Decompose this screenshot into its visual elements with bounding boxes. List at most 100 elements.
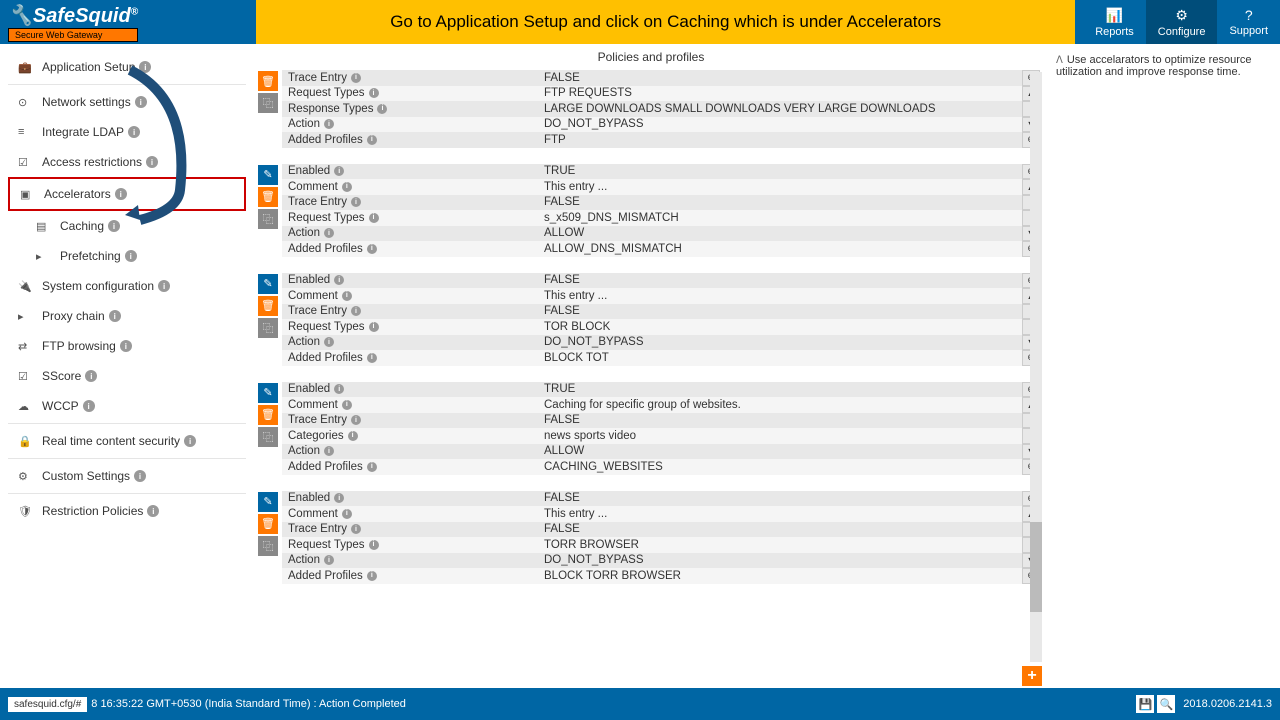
info-icon[interactable]: i: [334, 493, 344, 503]
info-icon[interactable]: i: [120, 340, 132, 352]
info-icon[interactable]: i: [351, 197, 361, 207]
gear-icon: ⚙: [1175, 7, 1188, 24]
info-icon[interactable]: i: [367, 462, 377, 472]
info-icon[interactable]: i: [146, 156, 158, 168]
footer-version: 2018.0206.2141.3: [1183, 698, 1272, 710]
search-icon[interactable]: 🔍: [1157, 695, 1175, 713]
row-label: Actioni: [282, 554, 542, 566]
row-value: TRUE: [542, 383, 1022, 395]
policy-row: EnablediFALSE: [282, 273, 1022, 289]
delete-button[interactable]: 🗑: [258, 514, 278, 534]
info-icon[interactable]: i: [342, 291, 352, 301]
info-icon[interactable]: i: [158, 280, 170, 292]
info-icon[interactable]: i: [108, 220, 120, 232]
policy-row: EnablediFALSE: [282, 491, 1022, 507]
sidebar-item-access[interactable]: ☑Access restrictionsi: [8, 147, 246, 177]
edit-button[interactable]: ✎: [258, 274, 278, 294]
edit-button[interactable]: ✎: [258, 492, 278, 512]
info-icon[interactable]: i: [369, 322, 379, 332]
row-value: news sports video: [542, 430, 1022, 442]
scrollbar[interactable]: [1030, 72, 1042, 662]
copy-button[interactable]: ⿻: [258, 93, 278, 113]
info-icon[interactable]: i: [367, 353, 377, 363]
info-icon[interactable]: i: [85, 370, 97, 382]
sidebar-item-restriction[interactable]: 🛡Restriction Policiesi: [8, 496, 246, 526]
info-icon[interactable]: i: [351, 415, 361, 425]
edit-button[interactable]: ✎: [258, 165, 278, 185]
scrollbar-thumb[interactable]: [1030, 522, 1042, 612]
sidebar-item-sscore[interactable]: ☑SScorei: [8, 361, 246, 391]
info-icon[interactable]: i: [348, 431, 358, 441]
edit-button[interactable]: ✎: [258, 383, 278, 403]
sidebar-item-ldap[interactable]: ≡Integrate LDAPi: [8, 117, 246, 147]
info-icon[interactable]: i: [135, 96, 147, 108]
sidebar-item-custom[interactable]: ⚙Custom Settingsi: [8, 461, 246, 491]
row-label: Enabledi: [282, 274, 542, 286]
info-icon[interactable]: i: [367, 571, 377, 581]
sidebar-item-realtime[interactable]: 🔒Real time content securityi: [8, 426, 246, 456]
sidebar-item-caching[interactable]: ▤Cachingi: [8, 211, 246, 241]
logo[interactable]: 🔧SafeSquid® Secure Web Gateway: [0, 0, 146, 44]
copy-button[interactable]: ⿻: [258, 209, 278, 229]
nav-support[interactable]: ?Support: [1217, 0, 1280, 44]
info-icon[interactable]: i: [184, 435, 196, 447]
info-icon[interactable]: i: [342, 182, 352, 192]
sidebar-item-wccp[interactable]: ☁WCCPi: [8, 391, 246, 421]
info-icon[interactable]: i: [324, 337, 334, 347]
info-icon[interactable]: i: [139, 61, 151, 73]
info-icon[interactable]: i: [334, 166, 344, 176]
info-icon[interactable]: i: [367, 135, 377, 145]
copy-button[interactable]: ⿻: [258, 536, 278, 556]
info-icon[interactable]: i: [369, 540, 379, 550]
row-label: Response Typesi: [282, 103, 542, 115]
policy-row: Request TypesiTOR BLOCK: [282, 319, 1022, 335]
add-button[interactable]: +: [1022, 666, 1042, 686]
delete-button[interactable]: 🗑: [258, 296, 278, 316]
sidebar-item-ftp[interactable]: ⇄FTP browsingi: [8, 331, 246, 361]
info-icon[interactable]: i: [324, 555, 334, 565]
info-icon[interactable]: i: [324, 119, 334, 129]
nav-configure[interactable]: ⚙Configure: [1146, 0, 1218, 44]
info-icon[interactable]: i: [367, 244, 377, 254]
info-icon[interactable]: i: [377, 104, 387, 114]
copy-button[interactable]: ⿻: [258, 318, 278, 338]
save-icon[interactable]: 💾: [1136, 695, 1154, 713]
copy-button[interactable]: ⿻: [258, 427, 278, 447]
policy-row: ActioniDO_NOT_BYPASS: [282, 335, 1022, 351]
info-icon[interactable]: i: [351, 306, 361, 316]
row-value: This entry ...: [542, 181, 1022, 193]
info-icon[interactable]: i: [369, 88, 379, 98]
info-icon[interactable]: i: [324, 228, 334, 238]
info-icon[interactable]: i: [128, 126, 140, 138]
sidebar-item-network[interactable]: ⊙Network settingsi: [8, 87, 246, 117]
info-icon[interactable]: i: [334, 275, 344, 285]
info-icon[interactable]: i: [109, 310, 121, 322]
sidebar-item-proxy[interactable]: ▸Proxy chaini: [8, 301, 246, 331]
delete-button[interactable]: 🗑: [258, 71, 278, 91]
sidebar-item-application-setup[interactable]: 💼Application Setupi: [8, 52, 246, 82]
info-icon[interactable]: i: [342, 400, 352, 410]
row-label: Request Typesi: [282, 87, 542, 99]
collapse-icon[interactable]: ᐱ: [1056, 55, 1063, 66]
delete-button[interactable]: 🗑: [258, 405, 278, 425]
policy-row: Added ProfilesiALLOW_DNS_MISMATCH: [282, 241, 1022, 257]
info-icon[interactable]: i: [334, 384, 344, 394]
row-value: FALSE: [542, 305, 1022, 317]
info-icon[interactable]: i: [351, 73, 361, 83]
info-icon[interactable]: i: [342, 509, 352, 519]
sidebar-item-prefetching[interactable]: ▸Prefetchingi: [8, 241, 246, 271]
info-icon[interactable]: i: [134, 470, 146, 482]
policy-row: Categoriesinews sports video: [282, 428, 1022, 444]
info-icon[interactable]: i: [147, 505, 159, 517]
info-icon[interactable]: i: [125, 250, 137, 262]
nav-reports[interactable]: 📊Reports: [1083, 0, 1146, 44]
info-icon[interactable]: i: [369, 213, 379, 223]
info-icon[interactable]: i: [115, 188, 127, 200]
info-icon[interactable]: i: [83, 400, 95, 412]
info-icon[interactable]: i: [351, 524, 361, 534]
policy-group: ✎🗑⿻EnablediTRUECommentiCaching for speci…: [258, 382, 1044, 475]
sidebar-item-accelerators[interactable]: ▣Acceleratorsi: [8, 177, 246, 211]
sidebar-item-system[interactable]: 🔌System configurationi: [8, 271, 246, 301]
info-icon[interactable]: i: [324, 446, 334, 456]
delete-button[interactable]: 🗑: [258, 187, 278, 207]
